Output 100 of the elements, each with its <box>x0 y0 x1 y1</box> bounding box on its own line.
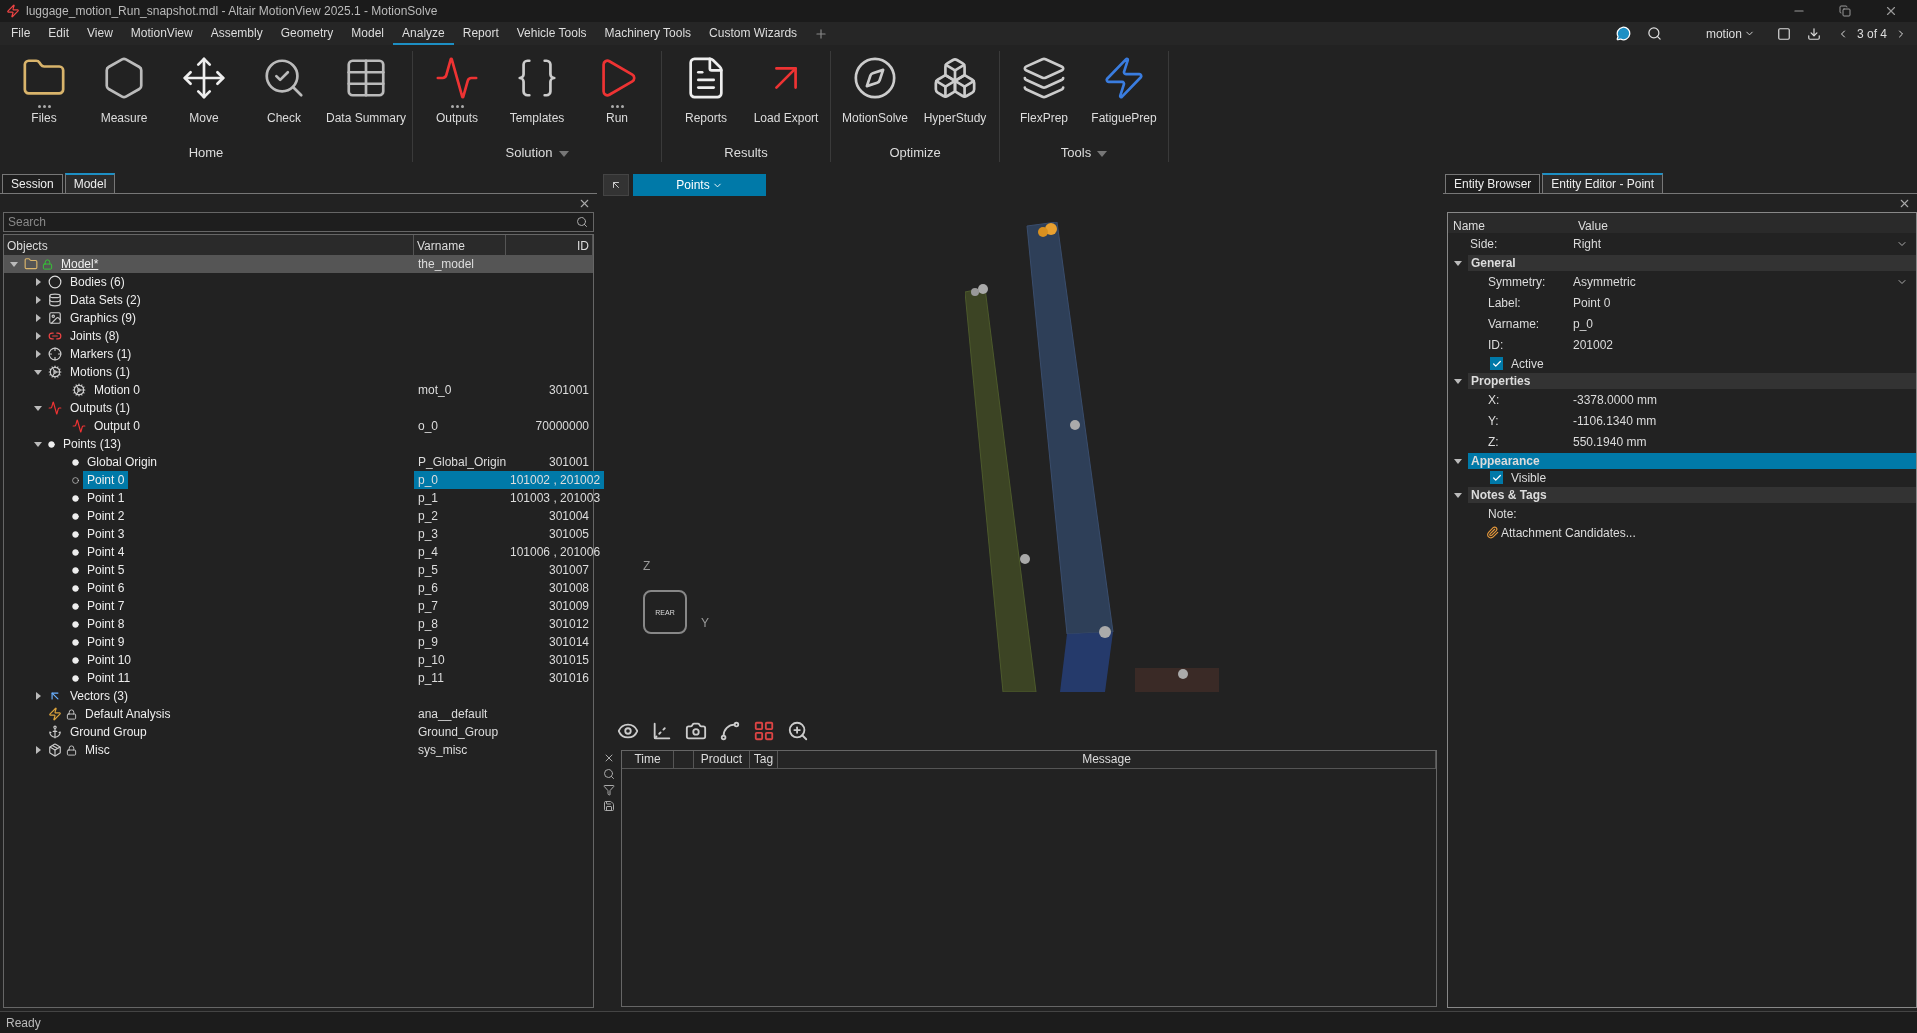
property-value[interactable]: p_0 <box>1573 316 1896 331</box>
tree-item[interactable]: Point 6 <box>83 579 129 597</box>
filter-icon[interactable] <box>603 784 615 796</box>
section-header[interactable]: Appearance <box>1468 452 1916 469</box>
tree-item[interactable]: Point 9 <box>83 633 129 651</box>
menu-item[interactable]: Edit <box>39 22 79 45</box>
collapse-arrow-icon[interactable] <box>34 440 42 448</box>
search-icon[interactable] <box>603 768 615 780</box>
panel-tab[interactable]: Model <box>64 173 116 193</box>
expand-arrow-icon[interactable] <box>34 332 42 340</box>
menu-item[interactable]: Custom Wizards <box>700 22 807 45</box>
collapse-arrow-icon[interactable] <box>1454 490 1462 499</box>
menu-item[interactable]: View <box>78 22 122 45</box>
tree-item[interactable]: Data Sets (2) <box>66 291 145 309</box>
tree-item[interactable]: Point 3 <box>83 525 129 543</box>
menu-item[interactable]: File <box>2 22 40 45</box>
ribbon-tool[interactable]: Reports <box>668 51 745 141</box>
tree-item[interactable]: Point 7 <box>83 597 129 615</box>
menu-item[interactable]: MotionView <box>121 22 202 45</box>
tree-item[interactable]: Point 11 <box>83 669 135 687</box>
expand-arrow-icon[interactable] <box>34 350 42 358</box>
column-header[interactable]: Product <box>694 751 750 768</box>
menu-item[interactable]: Machinery Tools <box>595 22 701 45</box>
add-icon[interactable] <box>814 26 829 41</box>
collapse-arrow-icon[interactable] <box>34 404 42 412</box>
tree-item[interactable]: Ground Group <box>66 723 151 741</box>
grid-icon[interactable] <box>753 720 775 742</box>
tree-item[interactable]: Model* <box>57 255 103 273</box>
property-value[interactable]: 201002 <box>1573 337 1896 352</box>
expand-arrow-icon[interactable] <box>34 692 42 700</box>
collapse-arrow-icon[interactable] <box>1454 258 1462 267</box>
tree-item[interactable]: Joints (8) <box>66 327 124 345</box>
tree-item[interactable]: Global Origin <box>83 453 162 471</box>
tree-item[interactable]: Point 8 <box>83 615 129 633</box>
panel-tab[interactable]: Entity Editor - Point <box>1542 173 1664 193</box>
search-icon[interactable] <box>576 216 588 228</box>
tree-item[interactable]: Points (13) <box>59 435 126 453</box>
download-icon[interactable] <box>1806 26 1821 41</box>
tree-item[interactable]: Point 2 <box>83 507 129 525</box>
ribbon-tool[interactable]: Templates <box>499 51 576 141</box>
column-header[interactable]: Tag <box>750 751 778 768</box>
section-header[interactable]: Properties <box>1468 372 1916 389</box>
panel-tab[interactable]: Entity Browser <box>1445 174 1541 193</box>
column-header[interactable]: Time <box>622 751 674 768</box>
tree-item[interactable]: Output 0 <box>90 417 145 435</box>
tree-item[interactable]: Motion 0 <box>90 381 145 399</box>
property-value[interactable]: 550.1940 mm <box>1573 434 1896 449</box>
ribbon-tool[interactable]: MotionSolve <box>837 51 914 141</box>
expand-arrow-icon[interactable] <box>34 314 42 322</box>
axes-icon[interactable] <box>651 720 673 742</box>
tree-item[interactable]: Vectors (3) <box>66 687 133 705</box>
expand-arrow-icon[interactable] <box>34 278 42 286</box>
collapse-arrow-icon[interactable] <box>1454 456 1462 465</box>
ribbon-tool[interactable]: Run <box>579 51 656 141</box>
menu-item[interactable]: Geometry <box>271 22 343 45</box>
group-label[interactable]: Tools <box>1060 145 1108 160</box>
ribbon-tool[interactable]: Move <box>166 51 242 141</box>
expand-arrow-icon[interactable] <box>34 296 42 304</box>
property-value[interactable]: Asymmetric <box>1573 274 1896 289</box>
expand-arrow-icon[interactable] <box>34 746 42 754</box>
tree-item[interactable]: Bodies (6) <box>66 273 129 291</box>
save-icon[interactable] <box>603 800 615 812</box>
ribbon-tool[interactable]: FatiguePrep <box>1086 51 1163 141</box>
ribbon-tool[interactable]: FlexPrep <box>1006 51 1083 141</box>
tree-item[interactable]: Default Analysis <box>81 705 175 723</box>
ribbon-tool[interactable]: HyperStudy <box>917 51 994 141</box>
collapse-arrow-icon[interactable] <box>34 368 42 376</box>
camera-icon[interactable] <box>685 720 707 742</box>
section-header[interactable]: General <box>1468 254 1916 271</box>
tree-item[interactable]: Point 0 <box>83 471 129 489</box>
menu-item[interactable]: Vehicle Tools <box>507 22 596 45</box>
property-value[interactable]: Right <box>1573 236 1896 251</box>
checkbox[interactable] <box>1490 357 1503 370</box>
tree-item[interactable]: Point 5 <box>83 561 129 579</box>
tree-item[interactable]: Graphics (9) <box>66 309 141 327</box>
attachment-button[interactable]: Attachment Candidates... <box>1448 524 1636 541</box>
tree-item[interactable]: Outputs (1) <box>66 399 135 417</box>
curve-icon[interactable] <box>719 720 741 742</box>
menu-item[interactable]: Assembly <box>201 22 272 45</box>
collapse-arrow-icon[interactable] <box>10 260 18 268</box>
filter-dropdown[interactable]: Points <box>633 174 766 196</box>
tree-item[interactable]: Point 4 <box>83 543 129 561</box>
pick-tool-button[interactable] <box>603 174 629 196</box>
property-value[interactable]: -1106.1340 mm <box>1573 413 1896 428</box>
user-dropdown[interactable]: motion <box>1699 25 1761 42</box>
search-field[interactable]: Search <box>3 212 594 232</box>
group-label[interactable]: Solution <box>505 145 569 160</box>
property-value[interactable]: Point 0 <box>1573 295 1896 310</box>
search-icon[interactable] <box>1646 26 1662 41</box>
column-header[interactable]: Message <box>778 751 1436 768</box>
close-icon[interactable] <box>603 752 615 764</box>
panel-tab[interactable]: Session <box>2 174 63 193</box>
menu-item[interactable]: Model <box>342 22 394 45</box>
checkbox[interactable] <box>1490 471 1503 484</box>
zoom-icon[interactable] <box>787 720 809 742</box>
ribbon-tool[interactable]: Measure <box>86 51 162 141</box>
tree-item[interactable]: Point 1 <box>83 489 129 507</box>
section-header[interactable]: Notes & Tags <box>1468 486 1916 503</box>
tree-item[interactable]: Motions (1) <box>66 363 135 381</box>
tree-item[interactable]: Misc <box>81 741 114 759</box>
